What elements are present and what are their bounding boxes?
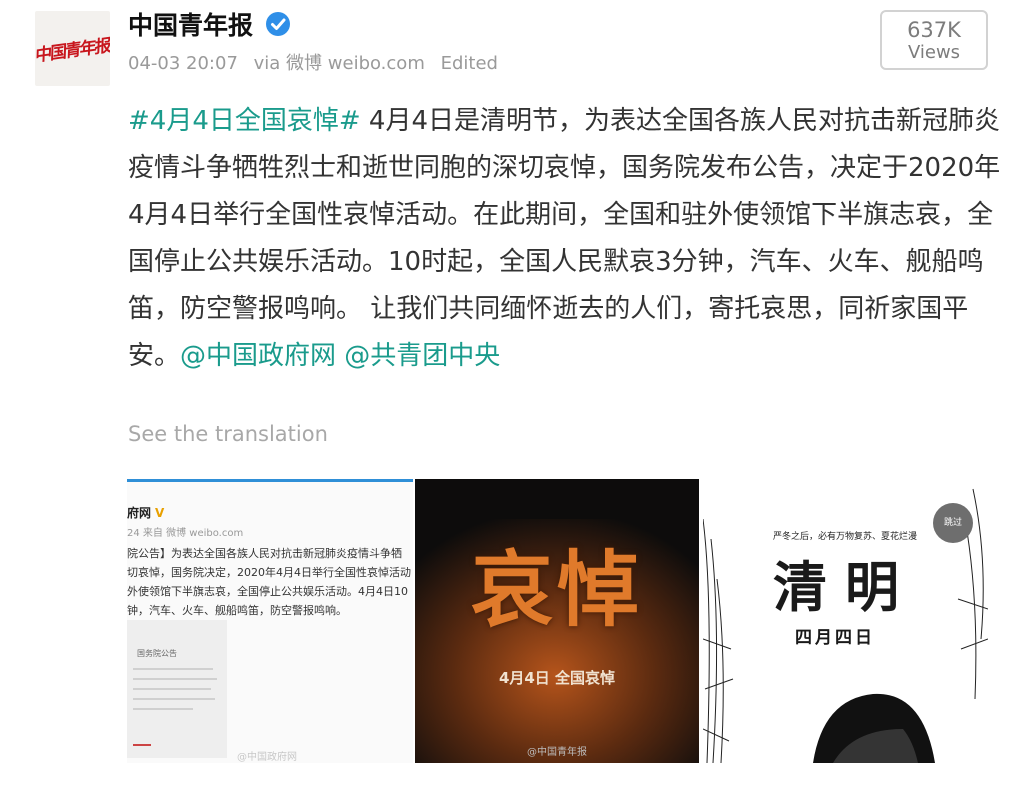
see-translation-link[interactable]: See the translation <box>128 422 328 446</box>
verified-v-icon: V <box>155 506 165 520</box>
poem-line: 严冬之后，必有万物复苏、夏花烂漫 <box>773 532 918 542</box>
views-counter: 637K Views <box>880 10 988 70</box>
image-thumbnail-1[interactable]: 府网 V 24 来自 微博 weibo.com 院公告】为表达全国各族人民对抗击新… <box>127 479 413 763</box>
screenshot-meta: 24 来自 微博 weibo.com <box>127 528 244 539</box>
qingming-date: 四月四日 <box>795 628 875 648</box>
views-count: 637K <box>907 18 961 42</box>
image-grid: 府网 V 24 来自 微博 weibo.com 院公告】为表达全国各族人民对抗击新… <box>127 479 988 763</box>
announcement-document-image: 国务院公告 <box>127 620 227 758</box>
post-text: #4月4日全国哀悼# 4月4日是清明节，为表达全国各族人民对抗击新冠肺炎疫情斗争… <box>128 98 1008 380</box>
views-label: Views <box>907 42 961 63</box>
post-source[interactable]: via 微博 weibo.com <box>254 53 425 74</box>
mention-link-youth-league[interactable]: @共青团中央 <box>344 341 500 371</box>
document-line <box>133 668 213 670</box>
mourning-subtitle: 4月4日 全国哀悼 <box>498 669 616 687</box>
mourning-title: 哀悼 <box>470 543 643 638</box>
document-line <box>133 708 193 710</box>
avatar-logo-text: 中国青年报 <box>35 35 110 67</box>
edited-label[interactable]: Edited <box>441 53 498 74</box>
post-meta: 04-03 20:07 via 微博 weibo.com Edited <box>128 49 508 75</box>
image-watermark: @中国政府网 <box>237 752 297 763</box>
image-watermark: @中国青年报 <box>527 747 587 758</box>
skip-button[interactable]: 跳过 <box>933 503 973 543</box>
avatar[interactable]: 中国青年报 <box>35 11 110 86</box>
screenshot-body-text: 院公告】为表达全国各族人民对抗击新冠肺炎疫情斗争牺 切哀悼，国务院决定，2020… <box>127 547 411 617</box>
qingming-title: 清明 <box>773 555 917 619</box>
post-timestamp: 04-03 20:07 <box>128 53 238 74</box>
screenshot-account-name: 府网 V <box>127 506 165 520</box>
document-title: 国务院公告 <box>137 649 177 658</box>
document-line <box>133 688 211 690</box>
user-name[interactable]: 中国青年报 <box>128 6 253 42</box>
hashtag-link[interactable]: #4月4日全国哀悼# <box>128 106 361 136</box>
post-body: 4月4日是清明节，为表达全国各族人民对抗击新冠肺炎疫情斗争牺牲烈士和逝世同胞的深… <box>128 106 1001 371</box>
verified-badge-icon <box>266 12 291 36</box>
document-seal <box>133 744 151 746</box>
user-name-row: 中国青年报 <box>128 6 291 42</box>
document-line <box>133 678 217 680</box>
image-thumbnail-3[interactable]: 跳过 严冬之后，必有万物复苏、夏花烂漫 清明 四月四日 <box>703 479 988 763</box>
image-thumbnail-2[interactable]: 哀悼 4月4日 全国哀悼 @中国青年报 <box>415 479 699 763</box>
document-line <box>133 698 215 700</box>
mention-link-gov[interactable]: @中国政府网 <box>180 341 336 371</box>
